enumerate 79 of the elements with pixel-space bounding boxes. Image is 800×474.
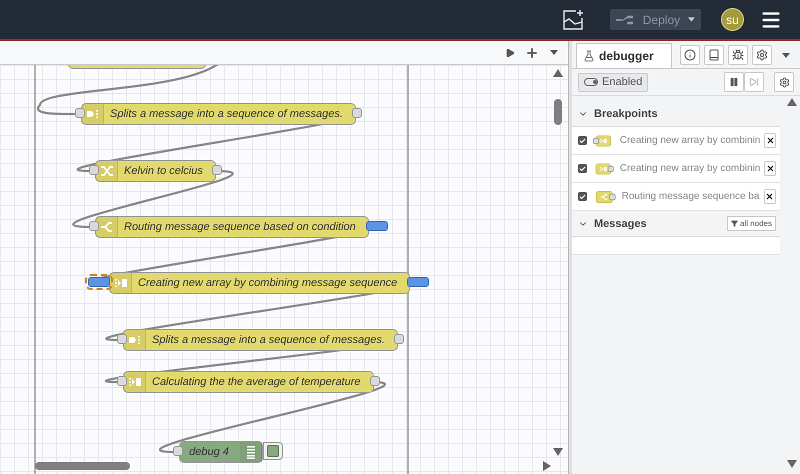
check-icon: [579, 192, 586, 200]
breakpoint-label: Creating new array by combinin: [620, 163, 760, 174]
bug-button[interactable]: [728, 45, 748, 65]
breakpoint-label: Routing message sequence ba: [622, 191, 760, 202]
info-icon: [684, 49, 696, 61]
input-port[interactable]: [75, 108, 85, 118]
breakpoint-row[interactable]: Routing message sequence ba: [572, 183, 780, 211]
chart-sparkle-icon[interactable]: [562, 8, 584, 30]
caret-icon: [550, 50, 558, 55]
node-label: debug 4: [188, 446, 230, 458]
flow-node[interactable]: Splits a message into a sequence of messages.: [81, 103, 356, 125]
checkbox[interactable]: [578, 192, 587, 201]
check-icon: [579, 164, 586, 172]
enabled-toggle[interactable]: Enabled: [578, 72, 648, 92]
breakpoint-row[interactable]: Creating new array by combinin: [572, 127, 780, 155]
pause-icon: [729, 77, 739, 87]
node-label: Calculating the the average of temperature: [151, 376, 362, 388]
horizontal-scroll-thumb[interactable]: [35, 462, 130, 470]
close-icon: [766, 164, 775, 173]
join-icon: [114, 276, 128, 290]
shuffle-icon: [100, 164, 114, 178]
caret-icon: [782, 52, 790, 58]
settings-icon: [756, 49, 768, 61]
remove-button[interactable]: [764, 161, 776, 176]
input-port[interactable]: [117, 376, 127, 386]
split-icon: [128, 333, 142, 347]
flow-node[interactable]: debug 4: [179, 441, 263, 463]
split-icon: [86, 107, 100, 121]
checkbox[interactable]: [578, 136, 587, 145]
info-button[interactable]: [680, 45, 700, 65]
debug-toggle-button[interactable]: [263, 442, 283, 460]
breakpoint-port[interactable]: [366, 221, 388, 231]
flask-icon: [583, 50, 595, 62]
scroll-thumb[interactable]: [554, 99, 562, 125]
checkbox[interactable]: [578, 164, 587, 173]
book-icon: [708, 49, 720, 61]
close-icon: [766, 136, 775, 145]
pause-button[interactable]: [724, 72, 744, 92]
node-label: Routing message sequence based on condition: [123, 221, 357, 233]
close-icon: [765, 192, 774, 201]
flow-node[interactable]: Splits a message into a sequence of messages.: [123, 329, 398, 351]
scroll-right-icon[interactable]: [543, 461, 551, 471]
flow-node[interactable]: Routing message sequence based on condition: [95, 216, 369, 238]
input-port[interactable]: [117, 334, 127, 344]
flow-node[interactable]: Calculating the the average of temperature: [123, 371, 374, 393]
step-icon: [749, 77, 759, 87]
bug-icon: [732, 49, 744, 61]
node-label: Splits a message into a sequence of messages.: [151, 334, 386, 346]
node-label: Creating new array by combining message sequence: [137, 277, 398, 289]
settings-icon: [778, 76, 790, 88]
branch-icon: [100, 220, 114, 234]
scroll-up-icon[interactable]: [787, 98, 797, 106]
flow-icon: [616, 14, 635, 26]
breakpoint-label: Creating new array by combinin: [620, 135, 760, 146]
input-port[interactable]: [89, 221, 99, 231]
scroll-up-icon[interactable]: [553, 69, 563, 77]
flow-node[interactable]: Kelvin to celcius: [95, 160, 216, 182]
debugger-tab[interactable]: debugger: [576, 43, 672, 68]
scroll-down-icon[interactable]: [553, 448, 563, 456]
input-port[interactable]: [173, 446, 183, 456]
book-button[interactable]: [704, 45, 724, 65]
breakpoint-port[interactable]: [407, 277, 430, 287]
remove-button[interactable]: [764, 133, 776, 148]
play-icon: [505, 48, 515, 58]
filter-icon: [730, 220, 738, 227]
settings-button[interactable]: [752, 45, 772, 65]
settings-button[interactable]: [774, 72, 794, 92]
caret-icon: [688, 17, 695, 22]
remove-button[interactable]: [764, 189, 776, 204]
add-icon: [525, 46, 539, 60]
input-port[interactable]: [89, 165, 99, 175]
flow-node[interactable]: Creating new array by combining message sequence: [109, 272, 410, 294]
node-label: Splits a message into a sequence of messages.: [109, 108, 344, 120]
join-icon: [128, 375, 142, 389]
scroll-down-icon[interactable]: [787, 460, 797, 468]
filter-button[interactable]: all nodes: [726, 216, 776, 231]
breakpoint-row[interactable]: Creating new array by combinin: [572, 155, 780, 183]
check-icon: [579, 136, 586, 144]
node-label: Kelvin to celcius: [123, 165, 204, 177]
